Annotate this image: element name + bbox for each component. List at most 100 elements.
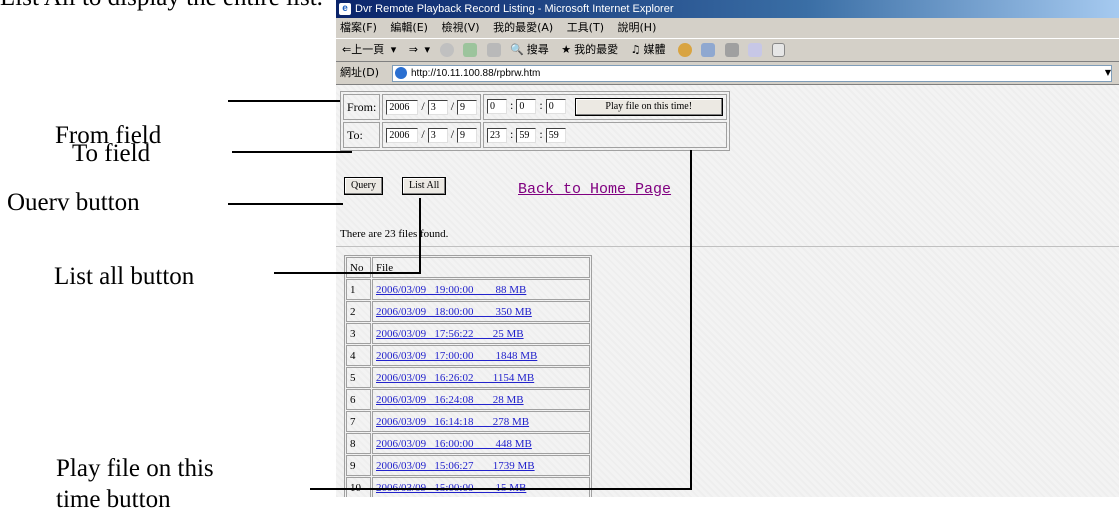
- media-label: 媒體: [643, 43, 666, 56]
- to-time: 23:59:59: [483, 122, 727, 148]
- from-time: 0:0:0 Play file on this time!: [483, 94, 727, 120]
- menu-tools[interactable]: 工具(T): [567, 21, 604, 34]
- to-year-input[interactable]: 2006: [386, 127, 419, 143]
- file-link[interactable]: 2006/03/09 16:24:08 28 MB: [376, 394, 524, 406]
- menu-favorites[interactable]: 我的最愛(A): [493, 21, 553, 34]
- from-day-input[interactable]: 9: [457, 99, 478, 115]
- table-row: 6 2006/03/09 16:24:08 28 MB: [346, 389, 590, 410]
- row-no: 2: [346, 301, 371, 322]
- play-file-button[interactable]: Play file on this time!: [574, 98, 723, 116]
- forward-button[interactable]: ⇒ ▾: [406, 43, 430, 56]
- address-value: http://10.11.100.88/rpbrw.htm: [411, 68, 541, 79]
- row-no: 9: [346, 455, 371, 476]
- address-bar: 網址(D) http://10.11.100.88/rpbrw.htm ▼: [336, 62, 1119, 85]
- row-no: 8: [346, 433, 371, 454]
- row-no: 3: [346, 323, 371, 344]
- divider: [336, 246, 1119, 247]
- table-row: 5 2006/03/09 16:26:02 1154 MB: [346, 367, 590, 388]
- file-link[interactable]: 2006/03/09 16:26:02 1154 MB: [376, 372, 534, 384]
- play-callout-line-h: [310, 488, 692, 490]
- favorites-label: 我的最愛: [574, 43, 619, 56]
- query-form: From: 2006/3/9 0:0:0 Play file on this t…: [340, 91, 730, 151]
- files-found-text: There are 23 files found.: [340, 228, 449, 240]
- query-button[interactable]: Query: [344, 177, 383, 195]
- from-row: From: 2006/3/9 0:0:0 Play file on this t…: [343, 94, 727, 120]
- play-button-callout-line2: time button: [56, 486, 171, 513]
- row-no: 10: [346, 477, 371, 497]
- time-separator: :: [539, 127, 543, 142]
- to-sec-input[interactable]: 59: [545, 127, 566, 143]
- mail-icon[interactable]: [701, 43, 716, 57]
- ie-icon: e: [339, 3, 351, 15]
- list-all-callout-line-h: [274, 272, 420, 274]
- browser-window: e Dvr Remote Playback Record Listing - Mi…: [336, 0, 1119, 497]
- file-link[interactable]: 2006/03/09 19:00:00 88 MB: [376, 284, 526, 296]
- to-hour-input[interactable]: 23: [487, 127, 508, 143]
- from-month-input[interactable]: 3: [427, 99, 448, 115]
- play-callout-line-v: [690, 150, 692, 490]
- to-min-input[interactable]: 59: [516, 127, 537, 143]
- title-bar: e Dvr Remote Playback Record Listing - Mi…: [336, 0, 1119, 18]
- menu-help[interactable]: 說明(H): [618, 21, 657, 34]
- top-caption: List All to display the entire list.: [0, 0, 323, 13]
- query-button-callout: Ouerv button: [7, 189, 140, 216]
- stop-icon[interactable]: [439, 43, 454, 57]
- history-icon[interactable]: [677, 43, 692, 57]
- file-link[interactable]: 2006/03/09 17:56:22 25 MB: [376, 328, 524, 340]
- to-field-callout: To field: [72, 140, 151, 167]
- to-month-input[interactable]: 3: [427, 127, 448, 143]
- chevron-down-icon[interactable]: ▼: [1103, 65, 1113, 80]
- row-no: 6: [346, 389, 371, 410]
- address-input[interactable]: http://10.11.100.88/rpbrw.htm: [392, 65, 1112, 82]
- back-to-home-link[interactable]: Back to Home Page: [518, 181, 671, 198]
- media-button[interactable]: ♫ 媒體: [631, 43, 669, 56]
- list-all-button[interactable]: List All: [402, 177, 447, 195]
- table-header: No File: [346, 257, 590, 278]
- table-row: 9 2006/03/09 15:06:27 1739 MB: [346, 455, 590, 476]
- menu-file[interactable]: 檔案(F): [340, 21, 377, 34]
- header-no: No: [346, 257, 371, 278]
- from-hour-input[interactable]: 0: [487, 98, 508, 114]
- print-icon[interactable]: [724, 43, 739, 57]
- toolbar: ⇐上一頁 ▾ ⇒ ▾ 🔍 搜尋 ★ 我的最愛 ♫ 媒體: [336, 39, 1119, 62]
- row-no: 4: [346, 345, 371, 366]
- table-row: 4 2006/03/09 17:00:00 1848 MB: [346, 345, 590, 366]
- time-separator: :: [539, 98, 543, 112]
- search-button[interactable]: 🔍 搜尋: [510, 43, 552, 56]
- file-link[interactable]: 2006/03/09 16:00:00 448 MB: [376, 438, 532, 450]
- from-callout-line: [228, 100, 340, 102]
- from-sec-input[interactable]: 0: [545, 98, 566, 114]
- file-link[interactable]: 2006/03/09 15:06:27 1739 MB: [376, 460, 535, 472]
- favorites-button[interactable]: ★ 我的最愛: [561, 43, 621, 56]
- back-button[interactable]: ⇐上一頁 ▾: [339, 43, 396, 56]
- from-year-input[interactable]: 2006: [386, 99, 419, 115]
- menu-view[interactable]: 檢視(V): [441, 21, 479, 34]
- to-day-input[interactable]: 9: [457, 127, 478, 143]
- file-link[interactable]: 2006/03/09 16:14:18 278 MB: [376, 416, 529, 428]
- to-callout-line: [232, 151, 352, 153]
- time-separator: :: [510, 127, 514, 142]
- date-separator: /: [450, 99, 455, 114]
- list-all-button-callout: List all button: [54, 263, 195, 290]
- file-link[interactable]: 2006/03/09 18:00:00 350 MB: [376, 306, 532, 318]
- page-icon: [395, 67, 407, 79]
- from-date: 2006/3/9: [382, 94, 482, 120]
- address-label: 網址(D): [340, 66, 380, 79]
- time-separator: :: [510, 98, 514, 112]
- from-min-input[interactable]: 0: [516, 98, 537, 114]
- refresh-icon[interactable]: [463, 43, 477, 57]
- home-icon[interactable]: [486, 43, 501, 57]
- back-label: ⇐上一頁: [342, 43, 385, 56]
- menu-edit[interactable]: 編輯(E): [390, 21, 428, 34]
- list-all-callout-line-v: [419, 198, 421, 274]
- discuss-icon[interactable]: [771, 43, 785, 57]
- to-label: To:: [343, 122, 381, 148]
- table-row: 102006/03/09 15:00:00 15 MB: [346, 477, 590, 497]
- edit-icon[interactable]: [748, 43, 763, 57]
- to-row: To: 2006/3/9 23:59:59: [343, 122, 727, 148]
- table-row: 2 2006/03/09 18:00:00 350 MB: [346, 301, 590, 322]
- to-date: 2006/3/9: [382, 122, 482, 148]
- query-callout-line: [228, 203, 343, 205]
- from-label: From:: [343, 94, 381, 120]
- file-link[interactable]: 2006/03/09 17:00:00 1848 MB: [376, 350, 537, 362]
